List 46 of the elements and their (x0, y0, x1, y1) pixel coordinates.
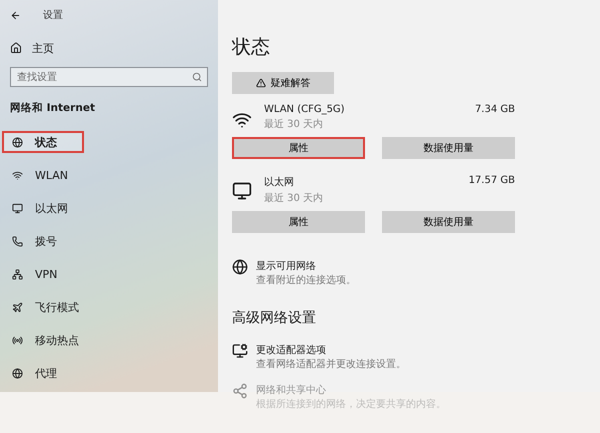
wifi-icon (12, 170, 23, 180)
section-title: 高级网络设置 (232, 309, 317, 327)
link-description: 查看附近的连接选项。 (256, 274, 356, 287)
warning-icon (256, 78, 266, 88)
action-button[interactable]: 数据使用量 (382, 211, 515, 233)
globe-icon (12, 136, 23, 148)
section-title: 网络和 Internet (9, 101, 96, 115)
nav-item[interactable]: 以太网 (2, 197, 84, 219)
phone-icon (12, 236, 23, 246)
monitor-icon (232, 343, 248, 359)
connection-name: 以太网 (264, 176, 295, 189)
nav-item[interactable]: VPN (2, 263, 84, 285)
radio-icon (12, 334, 23, 346)
nav-item[interactable]: 代理 (2, 362, 84, 384)
nav-item[interactable]: 拨号 (2, 230, 84, 252)
globe-icon (12, 368, 23, 378)
globe-icon (232, 259, 248, 275)
connection-period: 最近 30 天内 (264, 118, 324, 131)
nav-item[interactable]: 状态 (2, 131, 84, 153)
home-icon[interactable] (10, 42, 22, 54)
page-title: 状态 (232, 35, 271, 60)
troubleshoot-button[interactable]: 疑难解答 (232, 72, 334, 94)
nav-item[interactable]: WLAN (2, 164, 84, 186)
monitor-icon (232, 181, 252, 201)
link-description: 根据所连接到的网络，决定要共享的内容。 (256, 398, 446, 411)
action-button[interactable]: 属性 (232, 211, 365, 233)
share-icon (232, 383, 248, 399)
search-icon (192, 72, 202, 82)
data-usage: 7.34 GB (474, 104, 515, 117)
link-description: 查看网络适配器并更改连接设置。 (256, 358, 406, 371)
action-button[interactable]: 数据使用量 (382, 137, 515, 159)
data-usage: 17.57 GB (468, 175, 515, 188)
network-icon (12, 268, 23, 280)
connection-name: WLAN (CFG_5G) (264, 104, 346, 115)
nav-item[interactable]: 飞行模式 (2, 296, 84, 318)
connection-period: 最近 30 天内 (264, 192, 324, 205)
link-title[interactable]: 显示可用网络 (256, 259, 356, 273)
window-title: 设置 (43, 8, 63, 22)
home-link[interactable]: 主页 (32, 40, 54, 56)
link-title[interactable]: 更改适配器选项 (256, 343, 406, 357)
back-icon[interactable] (10, 10, 21, 20)
action-button[interactable]: 属性 (232, 137, 365, 159)
search-field[interactable]: 查找设置 (10, 67, 208, 87)
monitor-icon (12, 202, 23, 214)
airplane-icon (12, 302, 23, 312)
nav-item[interactable]: 移动热点 (2, 329, 84, 351)
